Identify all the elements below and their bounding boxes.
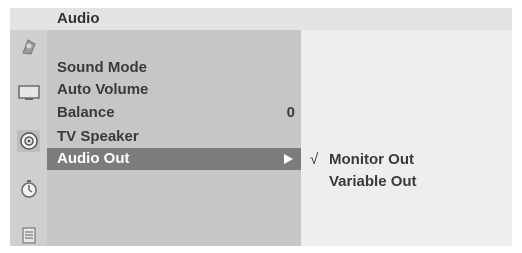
option-settings-icon[interactable] [17, 224, 40, 246]
audio-out-submenu: √ Monitor Out Variable Out [301, 30, 512, 246]
menu-item-label: Auto Volume [57, 81, 149, 98]
menu-item-audio-out[interactable]: Audio Out [47, 148, 301, 170]
audio-menu-osd: Audio Sound Mode Auto Volume Balance 0 T… [10, 8, 512, 246]
menu-item-balance[interactable]: Balance 0 [47, 102, 301, 124]
menu-item-tv-speaker[interactable]: TV Speaker [47, 126, 301, 148]
menu-item-auto-volume[interactable]: Auto Volume [47, 79, 301, 101]
submenu-item-label: Monitor Out [329, 151, 414, 168]
audio-menu-list: Sound Mode Auto Volume Balance 0 TV Spea… [47, 30, 301, 246]
title-bar: Audio [10, 8, 512, 30]
timer-clock-icon[interactable] [17, 178, 40, 200]
menu-item-label: Audio Out [57, 150, 130, 167]
menu-item-label: TV Speaker [57, 128, 139, 145]
balance-value: 0 [286, 104, 295, 121]
submenu-item-variable-out[interactable]: Variable Out [301, 171, 512, 193]
checkmark-icon: √ [310, 151, 319, 168]
menu-item-sound-mode[interactable]: Sound Mode [47, 57, 301, 79]
menu-title: Audio [57, 10, 100, 27]
submenu-item-label: Variable Out [329, 173, 417, 190]
menu-item-label: Balance [57, 104, 115, 121]
submenu-item-monitor-out[interactable]: √ Monitor Out [301, 149, 512, 171]
menu-icon-column [10, 30, 47, 246]
picture-icon[interactable] [17, 36, 40, 58]
audio-speaker-icon[interactable] [17, 130, 40, 152]
submenu-arrow-icon [284, 154, 293, 164]
menu-item-label: Sound Mode [57, 59, 147, 76]
screen-icon[interactable] [17, 82, 40, 104]
